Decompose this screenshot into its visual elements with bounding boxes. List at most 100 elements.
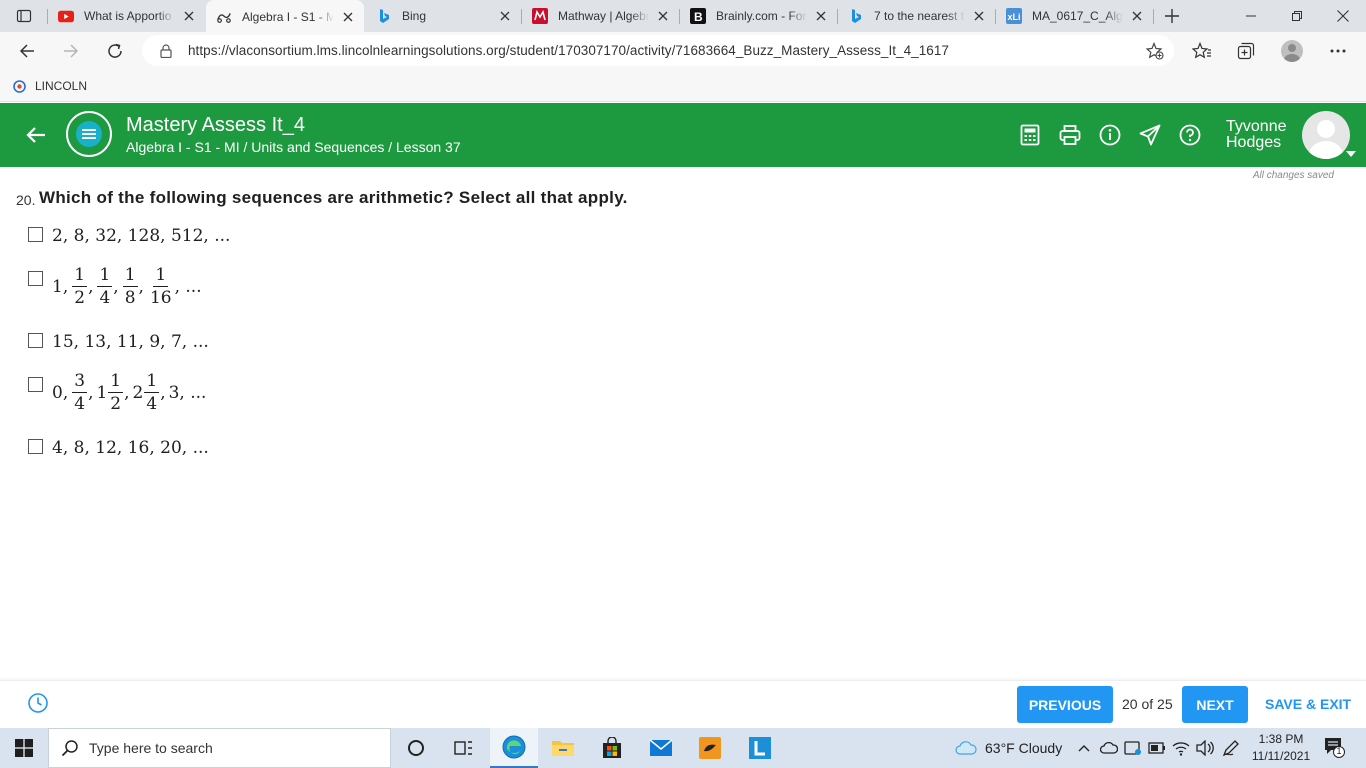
- taskbar-clock[interactable]: 1:38 PM 11/11/2021: [1248, 731, 1314, 765]
- refresh-button[interactable]: [99, 35, 131, 67]
- close-tab-icon[interactable]: [497, 8, 513, 24]
- assessment-footer: PREVIOUS 20 of 25 NEXT SAVE & EXIT: [0, 680, 1366, 728]
- favorites-button[interactable]: [1186, 35, 1218, 67]
- minimize-button[interactable]: [1228, 0, 1274, 32]
- settings-more-button[interactable]: [1322, 35, 1354, 67]
- battery-icon[interactable]: [1148, 742, 1166, 754]
- arrow-right-icon: [64, 44, 79, 58]
- answer-checkbox[interactable]: [28, 377, 43, 392]
- refresh-icon: [108, 43, 122, 58]
- meet-now-icon[interactable]: [1124, 740, 1142, 756]
- onedrive-cloud-icon[interactable]: [1100, 741, 1118, 755]
- add-favorite-icon[interactable]: [1145, 41, 1164, 63]
- notification-count: 1: [1336, 746, 1342, 756]
- help-icon: [1179, 124, 1201, 146]
- restore-button[interactable]: [1274, 0, 1320, 32]
- avatar[interactable]: [1302, 111, 1350, 159]
- forward-button[interactable]: [55, 35, 87, 67]
- tab-actions-button[interactable]: [8, 4, 40, 28]
- back-to-course-button[interactable]: [22, 121, 50, 149]
- close-tab-icon[interactable]: [813, 8, 829, 24]
- tab-title: 7 to the nearest t: [874, 9, 965, 23]
- address-bar[interactable]: https://vlaconsortium.lms.lincolnlearnin…: [142, 35, 1174, 66]
- info-button[interactable]: [1096, 121, 1124, 149]
- answer-text: 4, 8, 12, 16, 20, ...: [52, 438, 209, 458]
- breadcrumb: Algebra I - S1 - MI / Units and Sequence…: [126, 139, 461, 155]
- brainly-icon: B: [690, 8, 706, 24]
- task-view-button[interactable]: [440, 728, 488, 768]
- save-status: All changes saved: [1252, 170, 1334, 181]
- browser-tab-2[interactable]: Algebra I - S1 - M: [206, 0, 364, 33]
- system-tray: [1076, 728, 1240, 768]
- next-button[interactable]: NEXT: [1182, 686, 1248, 723]
- profile-button[interactable]: [1276, 35, 1308, 67]
- page-title: Mastery Assess It_4: [126, 114, 305, 136]
- tab-title: MA_0617_C_Alge: [1032, 9, 1123, 23]
- answer-checkbox[interactable]: [28, 227, 43, 242]
- chevron-up-icon[interactable]: [1076, 740, 1092, 756]
- close-window-button[interactable]: [1320, 0, 1366, 32]
- paper-plane-icon: [1139, 124, 1161, 146]
- term: 3, ...: [168, 383, 207, 403]
- answer-math: 1, 12, 14, 18, 1 16 , ...: [52, 265, 202, 308]
- close-tab-icon[interactable]: [971, 8, 987, 24]
- browser-tab-3[interactable]: Bing: [366, 0, 521, 32]
- game-taskbar-app[interactable]: [686, 728, 734, 768]
- close-tab-icon[interactable]: [1129, 8, 1145, 24]
- answer-checkbox[interactable]: [28, 439, 43, 454]
- wifi-icon[interactable]: [1172, 740, 1190, 756]
- lincoln-icon: [216, 9, 232, 25]
- close-tab-icon[interactable]: [655, 8, 671, 24]
- page-indicator: 20 of 25: [1122, 696, 1173, 712]
- timer-button[interactable]: [27, 692, 49, 714]
- svg-text:xLi: xLi: [1008, 12, 1021, 22]
- mail-taskbar-app[interactable]: [637, 728, 685, 768]
- print-button[interactable]: [1056, 121, 1084, 149]
- chevron-down-icon[interactable]: [1346, 151, 1356, 157]
- edge-taskbar-app[interactable]: [490, 728, 538, 768]
- app-header: Mastery Assess It_4 Algebra I - S1 - MI …: [0, 103, 1366, 167]
- browser-tab-5[interactable]: B Brainly.com - For: [680, 0, 837, 32]
- user-last-name: Hodges: [1226, 134, 1282, 151]
- send-message-button[interactable]: [1136, 121, 1164, 149]
- new-tab-button[interactable]: [1160, 4, 1184, 28]
- fraction: 12: [108, 371, 124, 414]
- start-button[interactable]: [0, 728, 48, 768]
- cortana-button[interactable]: [392, 728, 440, 768]
- browser-tab-4[interactable]: Mathway | Algebr: [522, 0, 679, 32]
- file-explorer-taskbar-app[interactable]: [539, 728, 587, 768]
- action-center-button[interactable]: 1: [1323, 736, 1345, 758]
- previous-button[interactable]: PREVIOUS: [1017, 686, 1113, 723]
- browser-tab-6[interactable]: 7 to the nearest t: [838, 0, 995, 32]
- help-button[interactable]: [1176, 121, 1204, 149]
- lincoln-taskbar-app[interactable]: [736, 728, 784, 768]
- bookmark-lincoln[interactable]: LINCOLN: [12, 76, 87, 96]
- browser-tab-7[interactable]: xLi MA_0617_C_Alge: [996, 0, 1153, 32]
- browser-tab-1[interactable]: What is Apportio: [48, 0, 205, 32]
- collections-button[interactable]: [1230, 35, 1262, 67]
- user-name[interactable]: Tyvonne Hodges: [1226, 119, 1286, 151]
- weather-widget[interactable]: 63°F Cloudy: [955, 728, 1062, 768]
- answer-checkbox[interactable]: [28, 333, 43, 348]
- pen-ink-icon[interactable]: [1222, 739, 1240, 757]
- save-exit-button[interactable]: SAVE & EXIT: [1265, 696, 1351, 712]
- browser-tab-strip: What is Apportio Algebra I - S1 - M Bing…: [0, 0, 1366, 33]
- calculator-button[interactable]: [1016, 121, 1044, 149]
- fraction: 18: [122, 265, 138, 308]
- bookmarks-bar: LINCOLN: [0, 70, 1366, 102]
- search-icon: [61, 739, 79, 757]
- back-button[interactable]: [11, 35, 43, 67]
- taskbar-search-box[interactable]: Type here to search: [48, 728, 391, 768]
- mail-icon: [649, 739, 673, 756]
- fraction: 14: [144, 371, 160, 414]
- store-taskbar-app[interactable]: [588, 728, 636, 768]
- volume-icon[interactable]: [1196, 740, 1214, 756]
- bing-icon: [376, 8, 392, 24]
- answer-checkbox[interactable]: [28, 271, 43, 286]
- url-text: https://vlaconsortium.lms.lincolnlearnin…: [188, 43, 949, 58]
- search-placeholder: Type here to search: [89, 740, 213, 756]
- excel-icon: xLi: [1006, 8, 1022, 24]
- close-tab-icon[interactable]: [181, 8, 197, 24]
- close-tab-icon[interactable]: [340, 9, 356, 25]
- tab-separator: [995, 9, 996, 24]
